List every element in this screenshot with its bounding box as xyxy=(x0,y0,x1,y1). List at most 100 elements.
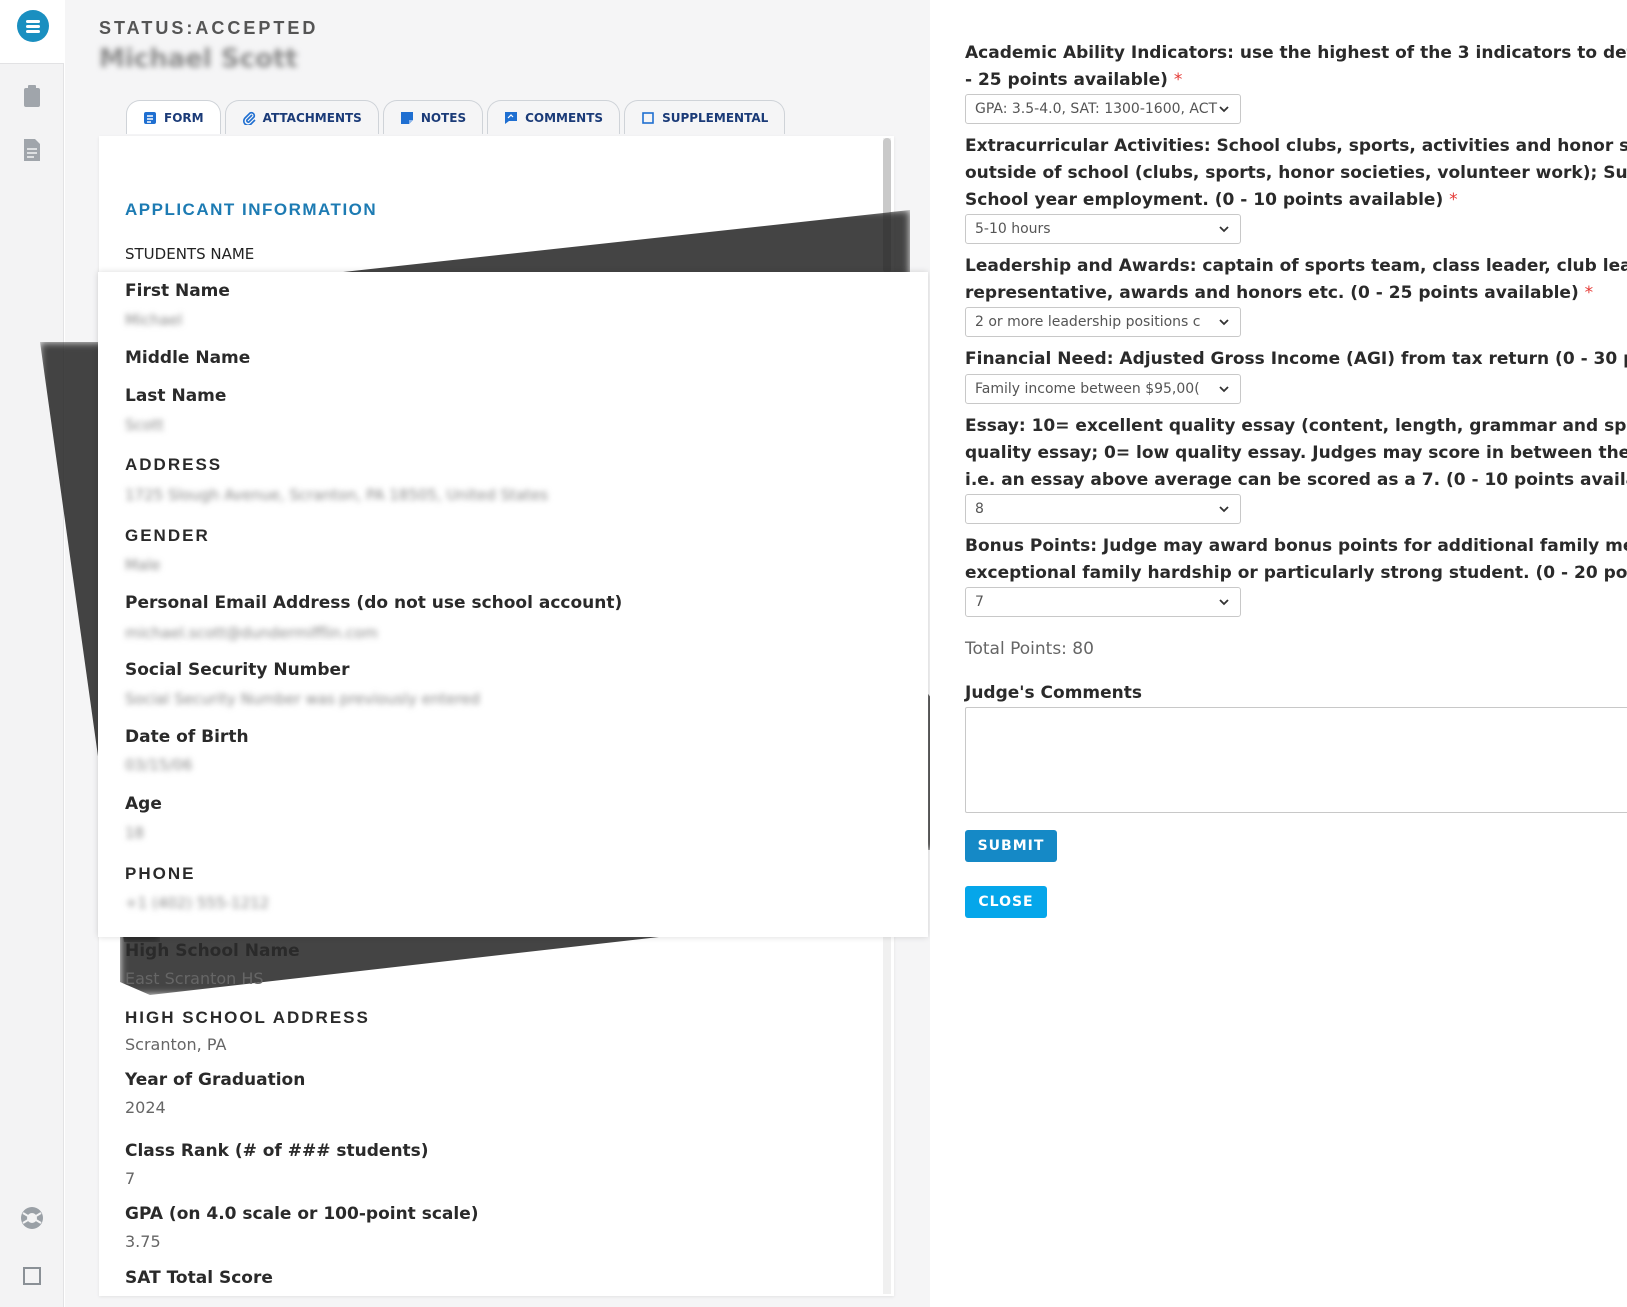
required-marker: * xyxy=(1449,190,1458,210)
middle-name-label: Middle Name xyxy=(125,348,251,368)
high-school-label: High School Name xyxy=(125,941,300,961)
tab-form-label: FORM xyxy=(164,110,204,125)
address-label: ADDRESS xyxy=(125,455,223,474)
section-title: APPLICANT INFORMATION xyxy=(125,200,378,219)
chevron-down-icon xyxy=(1219,599,1229,606)
chat-logo-icon[interactable] xyxy=(17,10,49,42)
last-name-value: Scott xyxy=(125,416,164,434)
gender-label: GENDER xyxy=(125,526,210,545)
hs-address-value: Scranton, PA xyxy=(125,1035,227,1054)
essay-question-line3-text: i.e. an essay above average can be score… xyxy=(965,470,1627,490)
tab-supplemental[interactable]: SUPPLEMENTAL xyxy=(624,100,786,134)
ssn-value: Social Security Number was previously en… xyxy=(125,690,481,708)
status-label: STATUS:ACCEPTED xyxy=(99,18,319,38)
judge-comments-textarea[interactable] xyxy=(965,707,1627,813)
required-marker: * xyxy=(1584,283,1594,303)
tab-notes-label: NOTES xyxy=(420,110,467,125)
academic-select-value: GPA: 3.5-4.0, SAT: 1300-1600, ACT xyxy=(975,101,1218,117)
first-name-label: First Name xyxy=(125,281,230,301)
square-icon[interactable] xyxy=(22,1264,42,1288)
bonus-question-line1: Bonus Points: Judge may award bonus poin… xyxy=(965,536,1627,556)
dob-value: 03/15/06 xyxy=(125,756,193,774)
left-nav-rail xyxy=(0,0,64,1307)
essay-question-line2: quality essay; 0= low quality essay. Jud… xyxy=(965,443,1627,463)
dob-label: Date of Birth xyxy=(125,727,249,747)
leadership-question-line2-text: representative, awards and honors etc. (… xyxy=(965,283,1579,303)
financial-select[interactable]: Family income between $95,00( xyxy=(965,374,1241,404)
class-rank-label: Class Rank (# of ### students) xyxy=(125,1141,429,1161)
required-marker: * xyxy=(1173,70,1183,90)
academic-question-line2-text: - 25 points available) xyxy=(965,70,1168,90)
square-outline-icon xyxy=(641,111,655,125)
extracurricular-select-value: 5-10 hours xyxy=(975,221,1051,237)
tab-supplemental-label: SUPPLEMENTAL xyxy=(662,110,769,125)
help-lifebuoy-icon[interactable] xyxy=(21,1206,43,1230)
chevron-down-icon xyxy=(1219,106,1229,113)
extracurricular-question-line3-text: School year employment. (0 - 10 points a… xyxy=(965,190,1444,210)
bonus-select-value: 7 xyxy=(975,594,984,610)
bonus-select[interactable]: 7 xyxy=(965,587,1241,617)
tab-attachments-label: ATTACHMENTS xyxy=(262,110,362,125)
tab-notes[interactable]: NOTES xyxy=(382,100,484,134)
gpa-value: 3.75 xyxy=(125,1232,161,1251)
chevron-down-icon xyxy=(1219,386,1229,393)
tab-form[interactable]: FORM xyxy=(126,100,221,134)
age-value: 18 xyxy=(125,824,145,842)
leadership-question-line2: representative, awards and honors etc. (… xyxy=(965,280,1627,307)
tab-bar: FORM ATTACHMENTS NOTES COMMENTS SUPPLEME… xyxy=(126,100,786,134)
ssn-label: Social Security Number xyxy=(125,660,350,680)
logo-area xyxy=(0,0,64,64)
bonus-question-line2: exceptional family hardship or particula… xyxy=(965,563,1627,583)
financial-select-value: Family income between $95,00( xyxy=(975,381,1200,397)
tab-comments[interactable]: COMMENTS xyxy=(487,100,621,134)
academic-question: Academic Ability Indicators: use the hig… xyxy=(965,40,1627,94)
grad-year-value: 2024 xyxy=(125,1098,166,1117)
phone-value: +1 (402) 555-1212 xyxy=(125,894,270,912)
applicant-name: Michael Scott xyxy=(99,44,298,74)
bonus-question: Bonus Points: Judge may award bonus poin… xyxy=(965,533,1627,587)
essay-select-value: 8 xyxy=(975,501,984,517)
total-points: Total Points: 80 xyxy=(965,639,1094,659)
essay-question: Essay: 10= excellent quality essay (cont… xyxy=(965,413,1627,494)
extracurricular-question: Extracurricular Activities: School clubs… xyxy=(965,133,1627,214)
email-value: michael.scott@dundermifflin.com xyxy=(125,624,378,642)
academic-question-line1: Academic Ability Indicators: use the hig… xyxy=(965,43,1627,63)
students-name-heading: STUDENTS NAME xyxy=(125,245,255,263)
extracurricular-select[interactable]: 5-10 hours xyxy=(965,214,1241,244)
extracurricular-question-line3: School year employment. (0 - 10 points a… xyxy=(965,187,1627,214)
paperclip-icon xyxy=(242,111,256,125)
leadership-select[interactable]: 2 or more leadership positions c xyxy=(965,307,1241,337)
extracurricular-question-line2: outside of school (clubs, sports, honor … xyxy=(965,163,1627,183)
essay-question-line3: i.e. an essay above average can be score… xyxy=(965,467,1627,494)
clipboard-icon[interactable] xyxy=(22,84,42,108)
email-label: Personal Email Address (do not use schoo… xyxy=(125,593,623,613)
high-school-value: East Scranton HS xyxy=(125,969,264,988)
essay-select[interactable]: 8 xyxy=(965,494,1241,524)
leadership-select-value: 2 or more leadership positions c xyxy=(975,314,1201,330)
last-name-label: Last Name xyxy=(125,386,227,406)
address-value: 1725 Slough Avenue, Scranton, PA 18505, … xyxy=(125,486,549,504)
tab-attachments[interactable]: ATTACHMENTS xyxy=(224,100,379,134)
tab-comments-label: COMMENTS xyxy=(525,110,604,125)
judge-comments-label: Judge's Comments xyxy=(965,683,1142,703)
gpa-label: GPA (on 4.0 scale or 100-point scale) xyxy=(125,1204,479,1224)
financial-question: Financial Need: Adjusted Gross Income (A… xyxy=(965,346,1627,373)
age-label: Age xyxy=(125,794,162,814)
chevron-down-icon xyxy=(1219,319,1229,326)
essay-question-line1: Essay: 10= excellent quality essay (cont… xyxy=(965,416,1627,436)
form-icon xyxy=(143,111,157,125)
hs-address-label: HIGH SCHOOL ADDRESS xyxy=(125,1008,370,1027)
gender-value: Male xyxy=(125,556,161,574)
comment-icon xyxy=(504,111,518,125)
phone-label: PHONE xyxy=(125,864,196,883)
note-icon xyxy=(400,111,414,125)
academic-select[interactable]: GPA: 3.5-4.0, SAT: 1300-1600, ACT xyxy=(965,94,1241,124)
leadership-question: Leadership and Awards: captain of sports… xyxy=(965,253,1627,307)
chevron-down-icon xyxy=(1219,226,1229,233)
document-icon[interactable] xyxy=(22,138,42,162)
close-button[interactable]: CLOSE xyxy=(965,886,1047,918)
chevron-down-icon xyxy=(1219,506,1229,513)
class-rank-value: 7 xyxy=(125,1169,136,1188)
academic-question-line2: - 25 points available) * xyxy=(965,67,1627,94)
submit-button[interactable]: SUBMIT xyxy=(965,830,1057,862)
